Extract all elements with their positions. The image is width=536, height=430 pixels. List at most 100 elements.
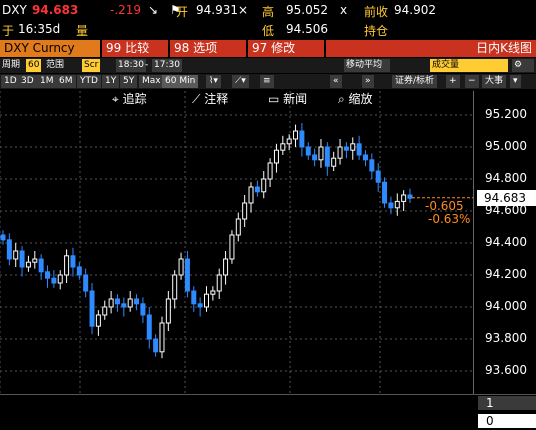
period-input[interactable]: 60	[26, 59, 42, 72]
candle-body	[204, 293, 209, 308]
scroll-right-icon[interactable]: »	[362, 75, 374, 88]
candle-body	[382, 181, 388, 204]
settings-gear-icon[interactable]: ⚙	[512, 59, 534, 72]
candle-body	[191, 290, 197, 305]
candle-body	[242, 202, 248, 220]
study-bottom-value: 0	[478, 414, 536, 428]
candle-body	[70, 255, 76, 268]
candle-body	[0, 234, 6, 241]
study-top-value: 1	[478, 396, 536, 410]
candle-body	[6, 239, 12, 260]
candle-body	[19, 250, 25, 268]
ticker: DXY	[2, 3, 27, 17]
down-arrow-icon: ↘	[148, 3, 159, 17]
moving-average-button[interactable]: 移动平均	[344, 59, 390, 72]
candle-body	[254, 186, 260, 193]
candle-body	[324, 146, 330, 167]
candle-body	[178, 258, 184, 276]
news-icon: ▭	[268, 92, 284, 106]
range-1y[interactable]: 1Y	[102, 75, 120, 88]
chart-style-icon[interactable]: ⌇▾	[206, 75, 221, 88]
range-3d[interactable]: 3D	[18, 75, 37, 88]
candle-body	[394, 200, 400, 209]
candle-body	[184, 258, 190, 292]
y-tick-label: 95.200	[485, 107, 527, 121]
price-chart[interactable]	[0, 91, 473, 394]
x-mark: x	[340, 3, 348, 17]
range-5y[interactable]: 5Y	[120, 75, 138, 88]
candle-body	[223, 258, 229, 276]
end-time-input[interactable]: 17:30	[152, 59, 182, 72]
zoom-button[interactable]: ⌕ 缩放	[338, 90, 373, 107]
candle-body	[356, 143, 362, 156]
candle-body	[95, 314, 101, 327]
low-label: 低	[262, 24, 275, 38]
candle-body	[146, 314, 152, 340]
security-analysis-button[interactable]: 证券/标析	[392, 75, 438, 88]
open-label: 开	[176, 5, 189, 19]
annotate-label: 注释	[204, 92, 229, 106]
candle-body	[362, 154, 368, 161]
security-tab[interactable]: DXY Curncy	[0, 40, 100, 57]
candle-body	[350, 143, 356, 151]
candle-body	[127, 298, 133, 308]
delta-abs: -0.605	[425, 199, 464, 213]
y-tick-label: 93.800	[485, 331, 527, 345]
annotate-button[interactable]: ⟋ 注释	[192, 90, 228, 107]
interval-dropdown[interactable]: 60 Min	[162, 75, 199, 88]
high-label: 高	[262, 5, 275, 19]
candle-body	[140, 303, 146, 316]
edit-tab[interactable]: 97 修改	[248, 40, 324, 57]
candle-body	[83, 274, 89, 292]
candle-body	[108, 298, 114, 308]
candle-body	[57, 274, 63, 284]
options-tab[interactable]: 98 选项	[170, 40, 246, 57]
controls-row: 周期 60 范围 Scr 18:30 - 17:30 移动平均 成交量 ⚙	[0, 58, 536, 73]
range-max[interactable]: Max	[139, 75, 164, 88]
line-tool-icon[interactable]: ⟋▾	[232, 75, 249, 88]
candle-body	[64, 255, 70, 276]
scroll-left-icon[interactable]: «	[330, 75, 342, 88]
chart-type-tab[interactable]: 日内K线图	[326, 40, 536, 57]
open-value: 94.931	[196, 3, 238, 17]
volume-dropdown[interactable]: 成交量	[430, 59, 508, 72]
y-tick-label: 95.000	[485, 139, 527, 153]
events-button[interactable]: 大事	[482, 75, 507, 88]
crosshair-icon: ⌖	[112, 92, 123, 106]
prev-close-value: 94.902	[394, 3, 436, 17]
candle-body	[134, 298, 140, 305]
track-button[interactable]: ⌖ 追踪	[112, 90, 147, 107]
pencil-icon: ⟋	[192, 92, 205, 106]
high-value: 95.052	[286, 3, 328, 17]
range-ytd[interactable]: YTD	[77, 75, 101, 88]
candle-body	[261, 178, 267, 193]
candle-body	[38, 258, 44, 273]
range-1m[interactable]: 1M	[37, 75, 57, 88]
candle-body	[229, 234, 235, 260]
time-separator: -	[145, 60, 149, 70]
news-button[interactable]: ▭ 新闻	[268, 90, 307, 107]
candle-body	[375, 170, 381, 183]
scr-button[interactable]: Scr	[82, 59, 101, 72]
range-1d[interactable]: 1D	[1, 75, 20, 88]
candle-body	[197, 303, 203, 308]
compare-tab[interactable]: 99 比较	[102, 40, 168, 57]
volume-label: 量	[76, 24, 89, 38]
y-tick-label: 94.000	[485, 299, 527, 313]
ruler-tool-icon[interactable]: ≡	[260, 75, 274, 88]
candle-body	[51, 277, 57, 284]
zoom-out-icon[interactable]: −	[465, 75, 479, 88]
candle-body	[337, 146, 343, 159]
candle-body	[172, 274, 178, 300]
candle-body	[210, 290, 216, 295]
candle-body	[13, 250, 19, 260]
range-6m[interactable]: 6M	[56, 75, 76, 88]
time-label: 于	[2, 24, 15, 38]
last-price: 94.683	[32, 3, 79, 17]
expand-icon[interactable]: ▾	[510, 75, 521, 88]
candle-body	[299, 130, 305, 148]
candle-body	[407, 194, 413, 199]
zoom-in-icon[interactable]: +	[446, 75, 460, 88]
start-time-input[interactable]: 18:30	[116, 59, 146, 72]
study-panel[interactable]	[0, 394, 536, 430]
